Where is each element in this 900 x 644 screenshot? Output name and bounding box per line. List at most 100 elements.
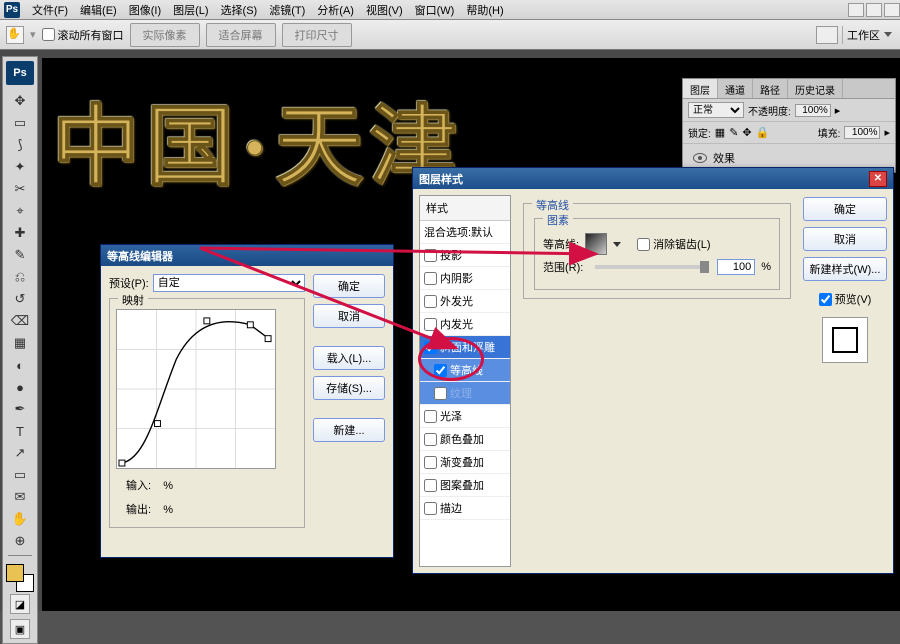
options-bar: ✋ ▾ 滚动所有窗口 实际像素 适合屏幕 打印尺寸 工作区 <box>0 20 900 50</box>
menu-layer[interactable]: 图层(L) <box>167 2 214 18</box>
contour-group-label: 等高线 <box>532 197 573 213</box>
style-list-header[interactable]: 样式 <box>420 196 510 221</box>
contour-dropdown-icon[interactable] <box>613 242 621 247</box>
gradient-tool[interactable]: ▦ <box>7 333 33 353</box>
layer-effects-row[interactable]: 效果 <box>693 150 885 166</box>
menu-select[interactable]: 选择(S) <box>215 2 264 18</box>
close-icon[interactable] <box>884 3 900 17</box>
curve-canvas[interactable] <box>116 309 276 469</box>
menu-view[interactable]: 视图(V) <box>360 2 409 18</box>
layer-style-titlebar[interactable]: 图层样式 ✕ <box>413 168 893 189</box>
zoom-tool[interactable]: ⊕ <box>7 531 33 551</box>
style-texture[interactable]: 纹理 <box>420 382 510 405</box>
opacity-value[interactable]: 100% <box>795 104 831 117</box>
new-button[interactable]: 新建... <box>313 418 385 442</box>
style-satin[interactable]: 光泽 <box>420 405 510 428</box>
menu-filter[interactable]: 滤镜(T) <box>263 2 311 18</box>
shape-tool[interactable]: ▭ <box>7 465 33 485</box>
tab-layers[interactable]: 图层 <box>683 79 718 98</box>
style-gradient-overlay[interactable]: 渐变叠加 <box>420 451 510 474</box>
menu-help[interactable]: 帮助(H) <box>460 2 509 18</box>
style-inner-shadow[interactable]: 内阴影 <box>420 267 510 290</box>
marquee-tool[interactable]: ▭ <box>7 113 33 133</box>
menu-edit[interactable]: 编辑(E) <box>74 2 123 18</box>
style-contour[interactable]: 等高线 <box>420 359 510 382</box>
cancel-button[interactable]: 取消 <box>803 227 887 251</box>
cancel-button[interactable]: 取消 <box>313 304 385 328</box>
blend-options-row[interactable]: 混合选项:默认 <box>420 221 510 244</box>
screenmode-icon[interactable]: ▣ <box>10 619 30 639</box>
preview-checkbox[interactable]: 预览(V) <box>803 291 887 307</box>
range-label: 范围(R): <box>543 259 583 275</box>
opacity-arrow-icon[interactable]: ▸ <box>835 104 841 117</box>
load-button[interactable]: 载入(L)... <box>313 346 385 370</box>
fill-arrow-icon[interactable]: ▸ <box>884 126 890 139</box>
style-stroke[interactable]: 描边 <box>420 497 510 520</box>
anti-alias-checkbox[interactable]: 消除锯齿(L) <box>637 236 710 252</box>
range-input[interactable] <box>717 259 755 275</box>
history-brush-tool[interactable]: ↺ <box>7 289 33 309</box>
menu-window[interactable]: 窗口(W) <box>409 2 461 18</box>
tab-channels[interactable]: 通道 <box>718 79 753 98</box>
toolbox: Ps ✥ ▭ ⟆ ✦ ✂ ⌖ ✚ ✎ ⎌ ↺ ⌫ ▦ ◐ ● ✒ T ↗ ▭ ✉… <box>2 56 38 644</box>
style-pattern-overlay[interactable]: 图案叠加 <box>420 474 510 497</box>
workspace-label[interactable]: 工作区 <box>847 27 880 43</box>
new-style-button[interactable]: 新建样式(W)... <box>803 257 887 281</box>
save-button[interactable]: 存储(S)... <box>313 376 385 400</box>
pen-tool[interactable]: ✒ <box>7 399 33 419</box>
dodge-tool[interactable]: ● <box>7 377 33 397</box>
tab-history[interactable]: 历史记录 <box>788 79 843 98</box>
ok-button[interactable]: 确定 <box>803 197 887 221</box>
lock-position-icon[interactable]: ✥ <box>742 126 751 139</box>
notes-tool[interactable]: ✉ <box>7 487 33 507</box>
restore-icon[interactable] <box>866 3 882 17</box>
style-inner-glow[interactable]: 内发光 <box>420 313 510 336</box>
actual-pixels-button[interactable]: 实际像素 <box>130 23 200 47</box>
close-icon[interactable]: ✕ <box>869 171 887 187</box>
style-drop-shadow[interactable]: 投影 <box>420 244 510 267</box>
foreground-color[interactable] <box>6 564 24 582</box>
contour-editor-titlebar[interactable]: 等高线编辑器 <box>101 245 393 266</box>
goto-bridge-icon[interactable] <box>816 26 838 44</box>
lasso-tool[interactable]: ⟆ <box>7 135 33 155</box>
brush-tool[interactable]: ✎ <box>7 245 33 265</box>
wand-tool[interactable]: ✦ <box>7 157 33 177</box>
print-size-button[interactable]: 打印尺寸 <box>282 23 352 47</box>
crop-tool[interactable]: ✂ <box>7 179 33 199</box>
style-bevel-emboss[interactable]: 斜面和浮雕 <box>420 336 510 359</box>
range-slider[interactable] <box>700 261 709 273</box>
preset-select[interactable]: 自定 <box>153 274 305 292</box>
minimize-icon[interactable] <box>848 3 864 17</box>
type-tool[interactable]: T <box>7 421 33 441</box>
path-tool[interactable]: ↗ <box>7 443 33 463</box>
fill-value[interactable]: 100% <box>844 126 880 139</box>
hand-tool-icon[interactable]: ✋ <box>6 26 24 44</box>
healing-tool[interactable]: ✚ <box>7 223 33 243</box>
style-color-overlay[interactable]: 颜色叠加 <box>420 428 510 451</box>
color-swatch[interactable] <box>6 564 34 592</box>
stamp-tool[interactable]: ⎌ <box>7 267 33 287</box>
blend-mode-select[interactable]: 正常 <box>688 102 744 118</box>
quickmask-icon[interactable]: ◪ <box>10 594 30 614</box>
visibility-icon[interactable] <box>693 153 707 163</box>
eyedropper-tool[interactable]: ⌖ <box>7 201 33 221</box>
style-outer-glow[interactable]: 外发光 <box>420 290 510 313</box>
lock-all-icon[interactable]: 🔒 <box>756 126 770 139</box>
eraser-tool[interactable]: ⌫ <box>7 311 33 331</box>
hand-tool[interactable]: ✋ <box>7 509 33 529</box>
lock-pixels-icon[interactable]: ✎ <box>729 126 738 139</box>
tab-paths[interactable]: 路径 <box>753 79 788 98</box>
effects-label: 效果 <box>713 150 735 166</box>
ok-button[interactable]: 确定 <box>313 274 385 298</box>
chevron-down-icon[interactable] <box>884 32 892 37</box>
lock-transparency-icon[interactable]: ▦ <box>715 126 725 139</box>
move-tool[interactable]: ✥ <box>7 91 33 111</box>
scroll-all-checkbox[interactable]: 滚动所有窗口 <box>42 27 124 43</box>
fit-screen-button[interactable]: 适合屏幕 <box>206 23 276 47</box>
menu-file[interactable]: 文件(F) <box>26 2 74 18</box>
menu-image[interactable]: 图像(I) <box>123 2 167 18</box>
menu-analysis[interactable]: 分析(A) <box>311 2 360 18</box>
ps-badge: Ps <box>6 61 34 85</box>
blur-tool[interactable]: ◐ <box>7 355 33 375</box>
contour-swatch[interactable] <box>585 233 607 255</box>
